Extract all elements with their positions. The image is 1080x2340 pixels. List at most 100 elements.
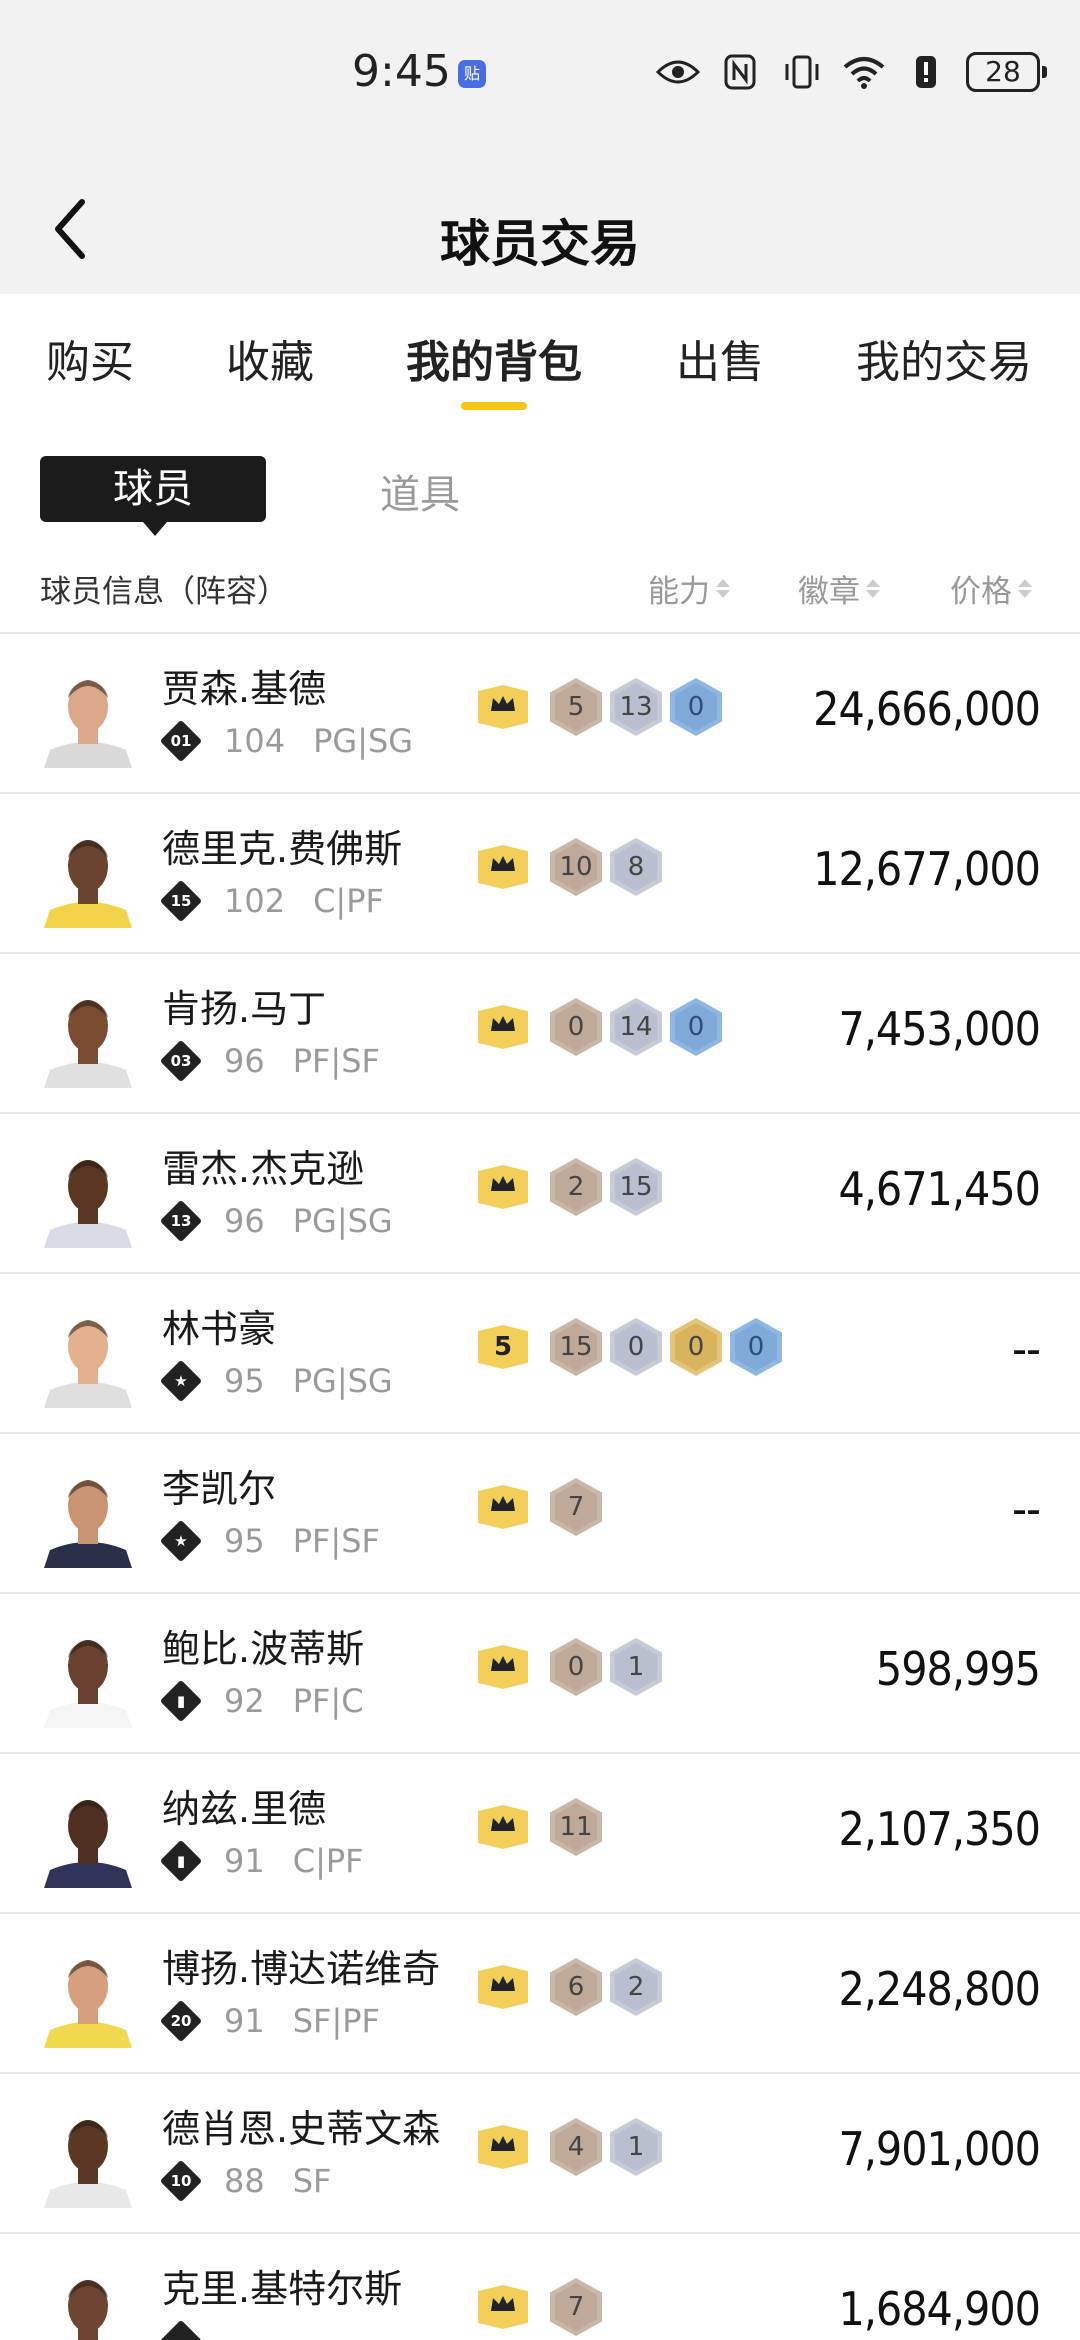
player-avatar	[40, 1304, 136, 1408]
player-row[interactable]: 林书豪 ★ 95 PG|SG 5 15 0 0 0 --	[0, 1274, 1080, 1434]
player-row[interactable]: 肯扬.马丁 03 96 PF|SF 0 14 0 7,453,000	[0, 954, 1080, 1114]
sort-badge-button[interactable]: 徽章	[798, 566, 880, 611]
tier-badge: 5	[478, 1325, 528, 1369]
badge-silver-icon: 13	[610, 678, 662, 736]
player-price: --	[1012, 1322, 1041, 1376]
player-price: --	[1012, 1482, 1041, 1536]
badge-blue-icon: 0	[730, 1318, 782, 1376]
tab-my-backpack[interactable]: 我的背包	[406, 326, 582, 390]
subtab-players[interactable]: 球员	[40, 456, 266, 536]
player-price: 7,453,000	[838, 1002, 1041, 1056]
player-price: 2,107,350	[838, 1802, 1041, 1856]
navigation-bar: 球员交易	[0, 160, 1080, 294]
player-meta: 03 96 PF|SF	[159, 1039, 380, 1083]
player-row[interactable]: 德肖恩.史蒂文森 10 88 SF 41 7,901,000	[0, 2074, 1080, 2234]
player-position: SF	[292, 2162, 332, 2200]
player-name: 纳兹.里德	[162, 1787, 327, 1831]
player-rating: 91	[224, 2002, 265, 2040]
player-name: 博扬.博达诺维奇	[162, 1947, 441, 1991]
player-meta: ▮ 91 C|PF	[159, 1839, 364, 1883]
nfc-icon	[718, 52, 762, 92]
badge-blue-icon: 0	[670, 998, 722, 1056]
rank-badge-icon: 01	[159, 719, 203, 763]
player-rating: 102	[224, 882, 286, 920]
tab-favorites[interactable]: 收藏	[226, 326, 314, 390]
crown-icon	[489, 1652, 517, 1682]
player-row[interactable]: 鲍比.波蒂斯 ▮ 92 PF|C 01 598,995	[0, 1594, 1080, 1754]
sort-arrows-icon	[716, 579, 730, 598]
tab-my-trades[interactable]: 我的交易	[856, 326, 1032, 390]
player-badges: 10 8	[478, 838, 662, 896]
rank-badge-icon: 10	[159, 2159, 203, 2203]
status-icons: 28	[656, 52, 1047, 92]
player-row[interactable]: 博扬.博达诺维奇 20 91 SF|PF 62 2,248,800	[0, 1914, 1080, 2074]
player-avatar	[40, 1624, 136, 1728]
crown-icon	[489, 1812, 517, 1842]
badge-bronze-icon: 5	[550, 678, 602, 736]
tier-badge	[478, 1965, 528, 2009]
player-price: 1,684,900	[838, 2282, 1041, 2336]
wifi-icon	[842, 52, 886, 92]
player-rating: 104	[224, 722, 286, 760]
player-name: 雷杰.杰克逊	[162, 1147, 365, 1191]
crown-icon	[489, 1972, 517, 2002]
player-meta: ▮ 92 PF|C	[159, 1679, 364, 1723]
player-badges: 62	[478, 1958, 662, 2016]
badge-bronze-icon: 4	[550, 2118, 602, 2176]
player-badges: 7	[478, 2278, 602, 2336]
player-meta	[159, 2319, 252, 2340]
status-bar: 9:45 贴 28	[0, 0, 1080, 160]
player-row[interactable]: 李凯尔 ★ 95 PF|SF 7 --	[0, 1434, 1080, 1594]
player-row[interactable]: 贾森.基德 01 104 PG|SG 5 13 0 24,666,000	[0, 634, 1080, 794]
badge-bronze-icon: 10	[550, 838, 602, 896]
player-position: SF|PF	[292, 2002, 380, 2040]
player-row[interactable]: 克里.基特尔斯 7 1,684,900	[0, 2234, 1080, 2340]
player-row[interactable]: 雷杰.杰克逊 13 96 PG|SG 2 15 4,671,450	[0, 1114, 1080, 1274]
crown-icon	[489, 1172, 517, 1202]
badge-silver-icon: 1	[610, 2118, 662, 2176]
player-avatar	[40, 984, 136, 1088]
player-meta: 13 96 PG|SG	[159, 1199, 393, 1243]
sort-ability-button[interactable]: 能力	[648, 566, 730, 611]
player-avatar	[40, 824, 136, 928]
tier-badge	[478, 1485, 528, 1529]
tab-buy[interactable]: 购买	[46, 326, 134, 390]
tab-sell[interactable]: 出售	[676, 326, 764, 390]
player-row[interactable]: 德里克.费佛斯 15 102 C|PF 10 8 12,677,000	[0, 794, 1080, 954]
rank-badge-icon	[159, 2319, 203, 2340]
player-name: 克里.基特尔斯	[162, 2267, 403, 2311]
tier-badge	[478, 1645, 528, 1689]
player-name: 德里克.费佛斯	[162, 827, 403, 871]
main-tabs: 购买 收藏 我的背包 出售 我的交易	[0, 294, 1080, 424]
badge-silver-icon: 2	[610, 1958, 662, 2016]
player-avatar	[40, 1144, 136, 1248]
player-avatar	[40, 2104, 136, 2208]
sort-arrows-icon	[1018, 579, 1032, 598]
rank-badge-icon: ★	[159, 1359, 203, 1403]
page-title: 球员交易	[440, 215, 640, 273]
column-header: 球员信息（阵容） 能力 徽章 价格	[0, 548, 1080, 634]
player-rating: 95	[224, 1522, 265, 1560]
badge-silver-icon: 14	[610, 998, 662, 1056]
player-meta: 20 91 SF|PF	[159, 1999, 380, 2043]
column-price-label: 价格	[950, 574, 1012, 610]
vibrate-icon	[780, 52, 824, 92]
eye-icon	[656, 52, 700, 92]
rank-badge-icon: ▮	[159, 1839, 203, 1883]
player-position: PF|C	[292, 1682, 364, 1720]
player-position: PG|SG	[292, 1362, 393, 1400]
sort-price-button[interactable]: 价格	[950, 566, 1032, 611]
subtab-items[interactable]: 道具	[380, 462, 460, 520]
player-badges: 01	[478, 1638, 662, 1696]
player-name: 李凯尔	[162, 1467, 277, 1511]
player-position: C|PF	[313, 882, 384, 920]
player-name: 林书豪	[162, 1307, 277, 1351]
player-meta: 01 104 PG|SG	[159, 719, 413, 763]
player-row[interactable]: 纳兹.里德 ▮ 91 C|PF 11 2,107,350	[0, 1754, 1080, 1914]
tier-badge	[478, 845, 528, 889]
badge-silver-icon: 8	[610, 838, 662, 896]
player-rating: 92	[224, 1682, 265, 1720]
player-position: PF|SF	[292, 1522, 380, 1560]
rank-badge-icon: ★	[159, 1519, 203, 1563]
player-badges: 5 15 0 0 0	[478, 1318, 782, 1376]
